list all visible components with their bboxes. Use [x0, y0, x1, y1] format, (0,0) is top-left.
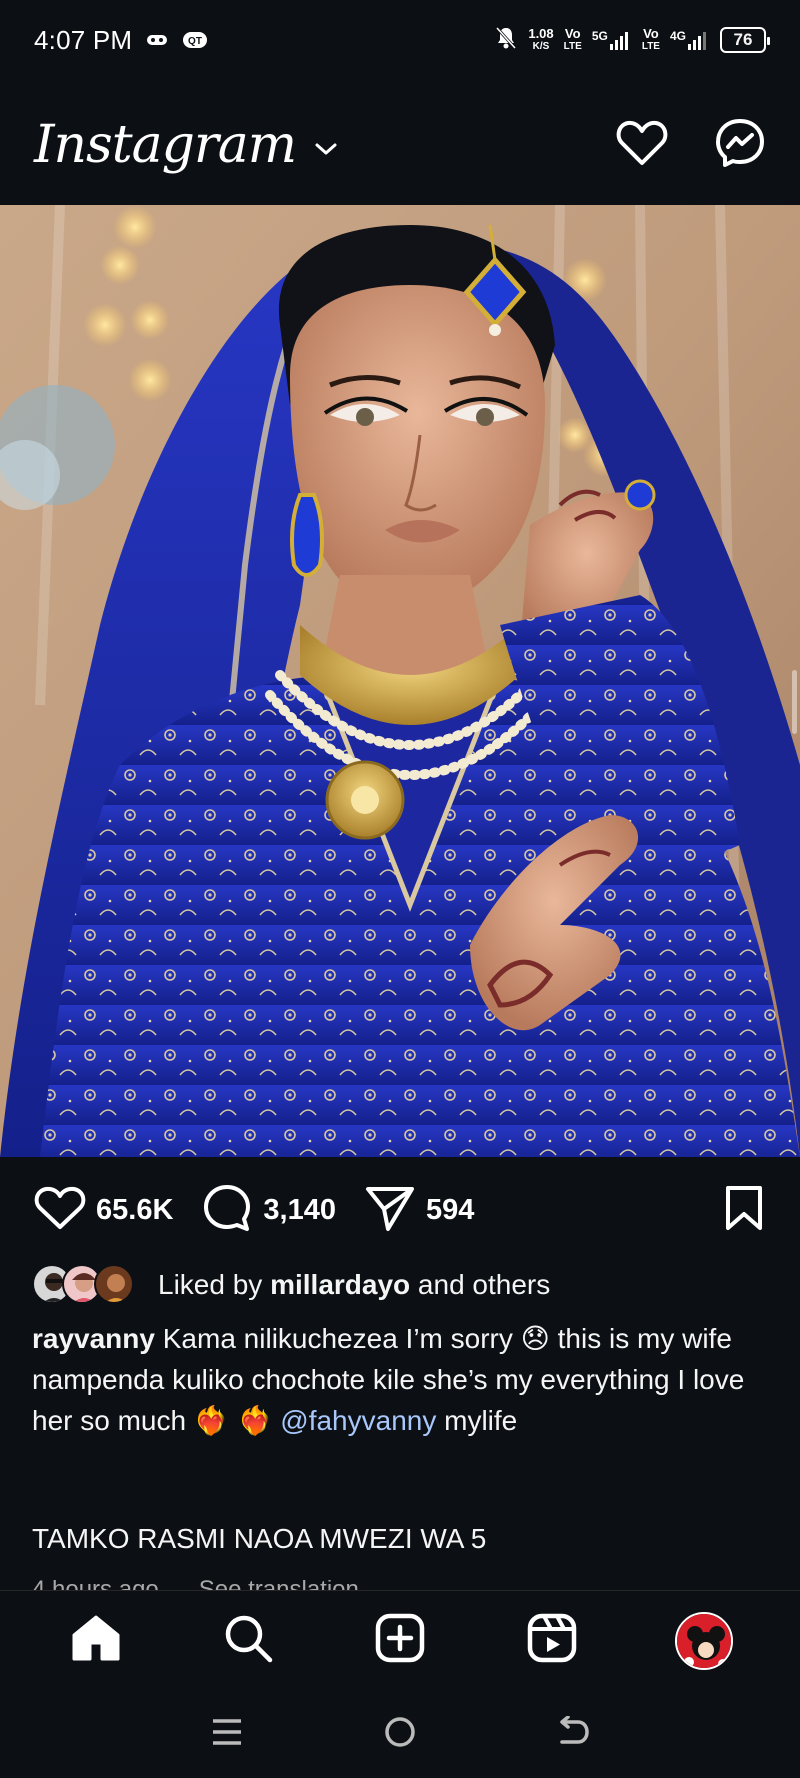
- scroll-indicator[interactable]: [792, 670, 797, 734]
- battery-indicator: 76: [720, 27, 770, 53]
- home-circle-icon[interactable]: [383, 1715, 417, 1754]
- sim1-signal: 5G: [592, 30, 632, 50]
- create-icon: [374, 1612, 426, 1669]
- likes-count: 65.6K: [96, 1193, 174, 1226]
- status-right: 1.08 K/S Vo LTE 5G Vo LTE 4G 76: [494, 25, 770, 56]
- sim1-label-top: Vo: [564, 26, 581, 41]
- header-actions: [616, 117, 766, 174]
- reels-icon: [526, 1612, 578, 1669]
- nav-search[interactable]: [208, 1601, 288, 1681]
- nav-profile[interactable]: [664, 1601, 744, 1681]
- heart-icon[interactable]: [616, 119, 668, 172]
- svg-text:QT: QT: [188, 36, 202, 47]
- nav-create[interactable]: [360, 1601, 440, 1681]
- liked-by-row[interactable]: Liked by millardayo and others: [32, 1263, 550, 1307]
- liker-avatars: [32, 1264, 138, 1306]
- sim2-label-bottom: LTE: [641, 41, 660, 52]
- heart-icon: [34, 1185, 86, 1236]
- search-icon: [222, 1612, 274, 1669]
- send-icon: [364, 1183, 416, 1238]
- instagram-logo[interactable]: Instagram: [34, 115, 297, 175]
- share-button[interactable]: 594: [364, 1183, 474, 1238]
- caption-second-line: TAMKO RASMI NAOA MWEZI WA 5: [32, 1523, 487, 1554]
- liked-by-text: Liked by millardayo and others: [158, 1269, 550, 1301]
- signal-bars-icon: [609, 32, 628, 50]
- menu-icon[interactable]: [210, 1717, 244, 1752]
- sim2-signal: 4G: [670, 30, 710, 50]
- sim1-network: 5G: [591, 29, 608, 43]
- liked-by-prefix: Liked by: [158, 1269, 263, 1300]
- comments-count: 3,140: [263, 1193, 336, 1226]
- avatar: [94, 1264, 134, 1304]
- caption-text-3: mylife: [444, 1405, 518, 1436]
- sim2-volte: Vo LTE: [642, 27, 660, 53]
- bookmark-icon: [722, 1185, 766, 1236]
- profile-avatar: [675, 1611, 733, 1670]
- home-icon: [70, 1613, 122, 1668]
- sim2-network: 4G: [669, 29, 686, 43]
- comment-button[interactable]: 3,140: [201, 1182, 336, 1239]
- post-caption: rayvanny Kama nilikuchezea I’m sorry 😞 t…: [32, 1318, 772, 1441]
- sim1-volte: Vo LTE: [564, 27, 582, 53]
- caption-emoji-1: 😞: [520, 1322, 550, 1355]
- messenger-icon[interactable]: [714, 117, 766, 174]
- chevron-down-icon[interactable]: [314, 141, 338, 162]
- mute-notification-icon: [494, 25, 518, 56]
- caption-text-1: Kama nilikuchezea I’m sorry: [162, 1323, 513, 1354]
- liked-by-user[interactable]: millardayo: [270, 1269, 410, 1300]
- nav-home[interactable]: [56, 1601, 136, 1681]
- liked-by-suffix[interactable]: and others: [418, 1269, 550, 1300]
- qt-app-icon: QT: [182, 31, 208, 49]
- signal-bars-icon: [688, 32, 706, 50]
- like-button[interactable]: 65.6K: [34, 1185, 173, 1236]
- caption-username[interactable]: rayvanny: [32, 1323, 155, 1354]
- caption-emoji-2: ❤️‍🔥 ❤️‍🔥: [193, 1404, 273, 1437]
- save-button[interactable]: [722, 1184, 766, 1237]
- bottom-nav: [0, 1590, 800, 1690]
- network-speed: 1.08 K/S: [528, 27, 553, 53]
- app-header: Instagram: [0, 90, 800, 200]
- comment-icon: [201, 1182, 253, 1239]
- speed-value: 1.08: [528, 26, 554, 41]
- caption-mention[interactable]: @fahyvanny: [280, 1405, 436, 1436]
- post-actions: 65.6K 3,140 594: [0, 1175, 800, 1245]
- shares-count: 594: [425, 1193, 475, 1226]
- post-image[interactable]: [0, 205, 800, 1157]
- status-time: 4:07 PM: [34, 24, 133, 55]
- status-bar: 4:07 PM QT 1.08 K/S Vo LTE 5G Vo LTE 4G …: [0, 0, 800, 80]
- speed-unit: K/S: [532, 41, 550, 52]
- game-controller-icon: [146, 33, 168, 47]
- nav-reels[interactable]: [512, 1601, 592, 1681]
- system-nav: [0, 1690, 800, 1778]
- sim1-label-bottom: LTE: [563, 41, 582, 52]
- sim2-label-top: Vo: [643, 26, 659, 41]
- back-icon[interactable]: [556, 1714, 590, 1753]
